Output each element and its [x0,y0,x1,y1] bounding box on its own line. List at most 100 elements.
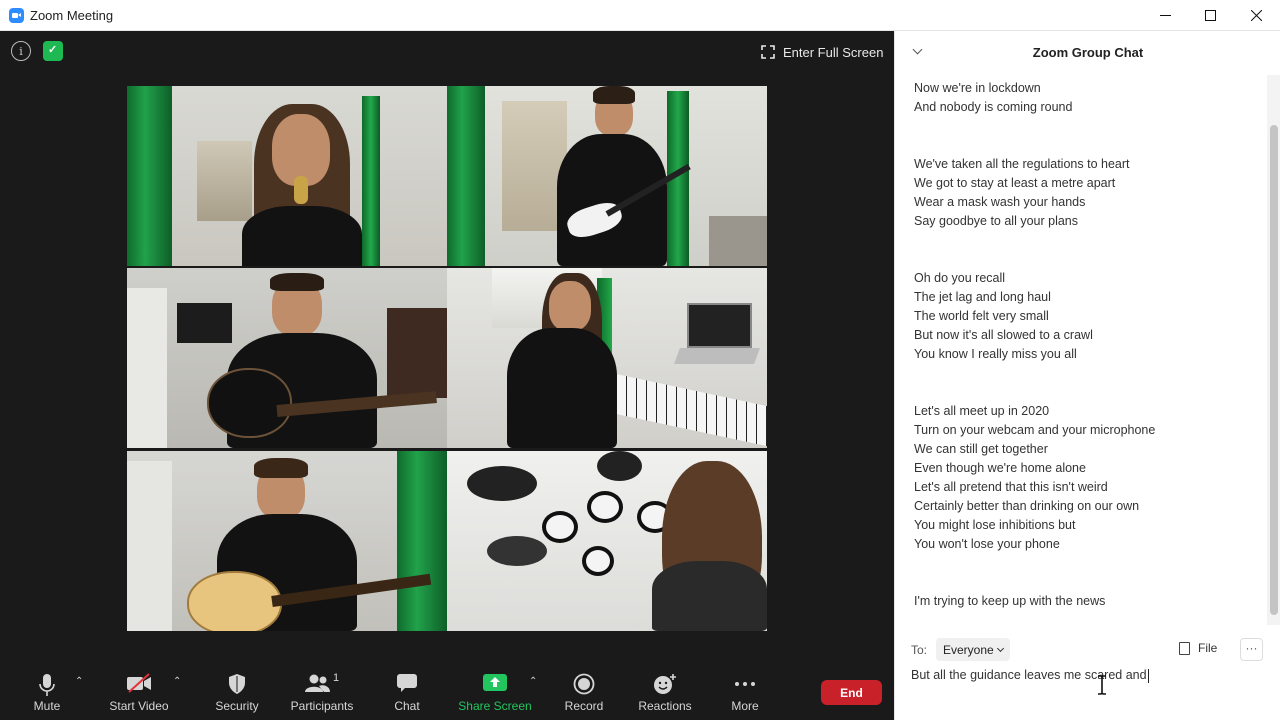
participants-button[interactable]: 1 Participants [287,660,357,720]
meeting-toolbar: Mute ⌃ Start Video ⌃ Security 1 Particip… [0,660,894,720]
more-dots-icon [735,682,755,686]
mouse-ibeam-cursor-icon [1098,675,1106,695]
recipient-row: To: Everyone File ··· [895,636,1280,662]
end-meeting-button[interactable]: End [821,680,882,705]
record-button[interactable]: Record [562,660,606,720]
chat-message-line: You know I really miss you all [914,347,1077,361]
chat-message-line [914,117,1262,136]
close-icon [1250,10,1262,21]
chat-message-line: Oh do you recall [914,271,1006,285]
zoom-app-icon [9,8,24,23]
chat-message-line: Let's all pretend that this isn't weird [914,480,1108,494]
security-label: Security [215,699,259,713]
chat-message-line: Let's all meet up in 2020 [914,404,1050,418]
chat-message-line: And nobody is coming round [914,100,1073,114]
chat-message-line [914,554,1262,573]
mute-label: Mute [33,699,61,713]
share-screen-button[interactable]: Share Screen [458,660,532,720]
recipient-value: Everyone [943,642,994,657]
enter-full-screen-button[interactable]: Enter Full Screen [761,40,883,64]
record-icon [573,673,595,695]
maximize-button[interactable] [1187,0,1233,31]
chat-message-line [914,136,1262,155]
chat-message-line [914,383,1262,402]
chat-message-line [914,231,1262,250]
title-bar: Zoom Meeting [0,0,1280,31]
video-tile-singer[interactable] [127,86,447,266]
reactions-button[interactable]: Reactions [635,660,695,720]
fullscreen-label: Enter Full Screen [783,44,884,60]
chat-header: Zoom Group Chat [895,31,1280,75]
meeting-info-icon[interactable]: i [11,41,31,61]
video-options-chevron-icon[interactable]: ⌃ [173,676,181,687]
more-button[interactable]: More [723,660,767,720]
reactions-smiley-icon [654,674,676,694]
window-title: Zoom Meeting [30,8,114,23]
video-tile-acoustic-guitarist[interactable] [127,268,447,448]
chat-message-input[interactable]: But all the guidance leaves me scared an… [911,668,1261,688]
video-tile-electric-guitarist[interactable] [447,86,767,266]
chat-message-line: We got to stay at least a metre apart [914,176,1116,190]
chat-message-line: Turn on your webcam and your microphone [914,423,1156,437]
more-label: More [731,699,759,713]
chevron-down-icon [996,644,1004,652]
chat-messages: Now we're in lockdown And nobody is comin… [914,79,1262,624]
maximize-icon [1204,10,1216,21]
chat-title: Zoom Group Chat [1032,45,1144,60]
chat-button[interactable]: Chat [385,660,429,720]
minimize-button[interactable] [1142,0,1188,31]
chat-input-text: But all the guidance leaves me scared an… [911,668,1147,682]
chat-message-line [914,573,1262,592]
audio-options-chevron-icon[interactable]: ⌃ [75,676,83,687]
security-button[interactable]: Security [210,660,264,720]
share-screen-icon [483,674,507,691]
participants-count: 1 [333,672,340,684]
record-label: Record [564,699,604,713]
video-camera-off-icon [127,673,151,693]
chat-message-line: The jet lag and long haul [914,290,1051,304]
recipient-dropdown[interactable]: Everyone [936,638,1010,661]
video-tile-drummer[interactable] [447,451,767,631]
chat-message-line: I'm trying to keep up with the news [914,594,1106,608]
chat-label: Chat [394,699,420,713]
chat-message-line: We can still get together [914,442,1048,456]
chat-more-button[interactable]: ··· [1240,638,1263,661]
to-label: To: [911,643,928,657]
reactions-label: Reactions [638,699,692,713]
chat-panel: Zoom Group Chat Now we're in lockdown And… [894,31,1280,720]
file-button[interactable]: File [1179,641,1217,655]
participants-icon [305,674,330,692]
chat-message-line: The world felt very small [914,309,1049,323]
chat-scrollbar[interactable] [1267,75,1280,625]
video-tile-bassist[interactable] [127,451,447,631]
chat-message-line: You might lose inhibitions but [914,518,1076,532]
chat-message-line: Even though we're home alone [914,461,1086,475]
chat-message-line: Now we're in lockdown [914,81,1041,95]
close-button[interactable] [1233,0,1279,31]
chat-message-line [914,364,1262,383]
chat-message-line: We've taken all the regulations to heart [914,157,1130,171]
video-tile-keyboardist[interactable] [447,268,767,448]
file-icon [1179,641,1190,655]
participants-label: Participants [290,699,354,713]
text-cursor [1147,668,1149,683]
microphone-icon [39,674,55,696]
chat-message-line: You won't lose your phone [914,537,1060,551]
mute-button[interactable]: Mute [22,660,72,720]
video-grid [127,86,767,631]
chat-message-line: But now it's all slowed to a crawl [914,328,1093,342]
start-video-label: Start Video [109,699,169,713]
security-shield-icon [229,674,245,694]
file-label: File [1198,641,1218,655]
start-video-button[interactable]: Start Video [104,660,174,720]
chat-bubble-icon [397,674,417,692]
chat-message-line: Wear a mask wash your hands [914,195,1086,209]
minimize-icon [1159,15,1171,16]
meeting-area: i Enter Full Screen [0,31,894,660]
share-screen-label: Share Screen [458,699,532,713]
chat-message-line: Say goodbye to all your plans [914,214,1078,228]
chat-message-line: Certainly better than drinking on our ow… [914,499,1140,513]
share-options-chevron-icon[interactable]: ⌃ [529,676,537,687]
chat-scroll-thumb[interactable] [1270,125,1278,615]
encryption-shield-icon[interactable] [43,41,63,61]
